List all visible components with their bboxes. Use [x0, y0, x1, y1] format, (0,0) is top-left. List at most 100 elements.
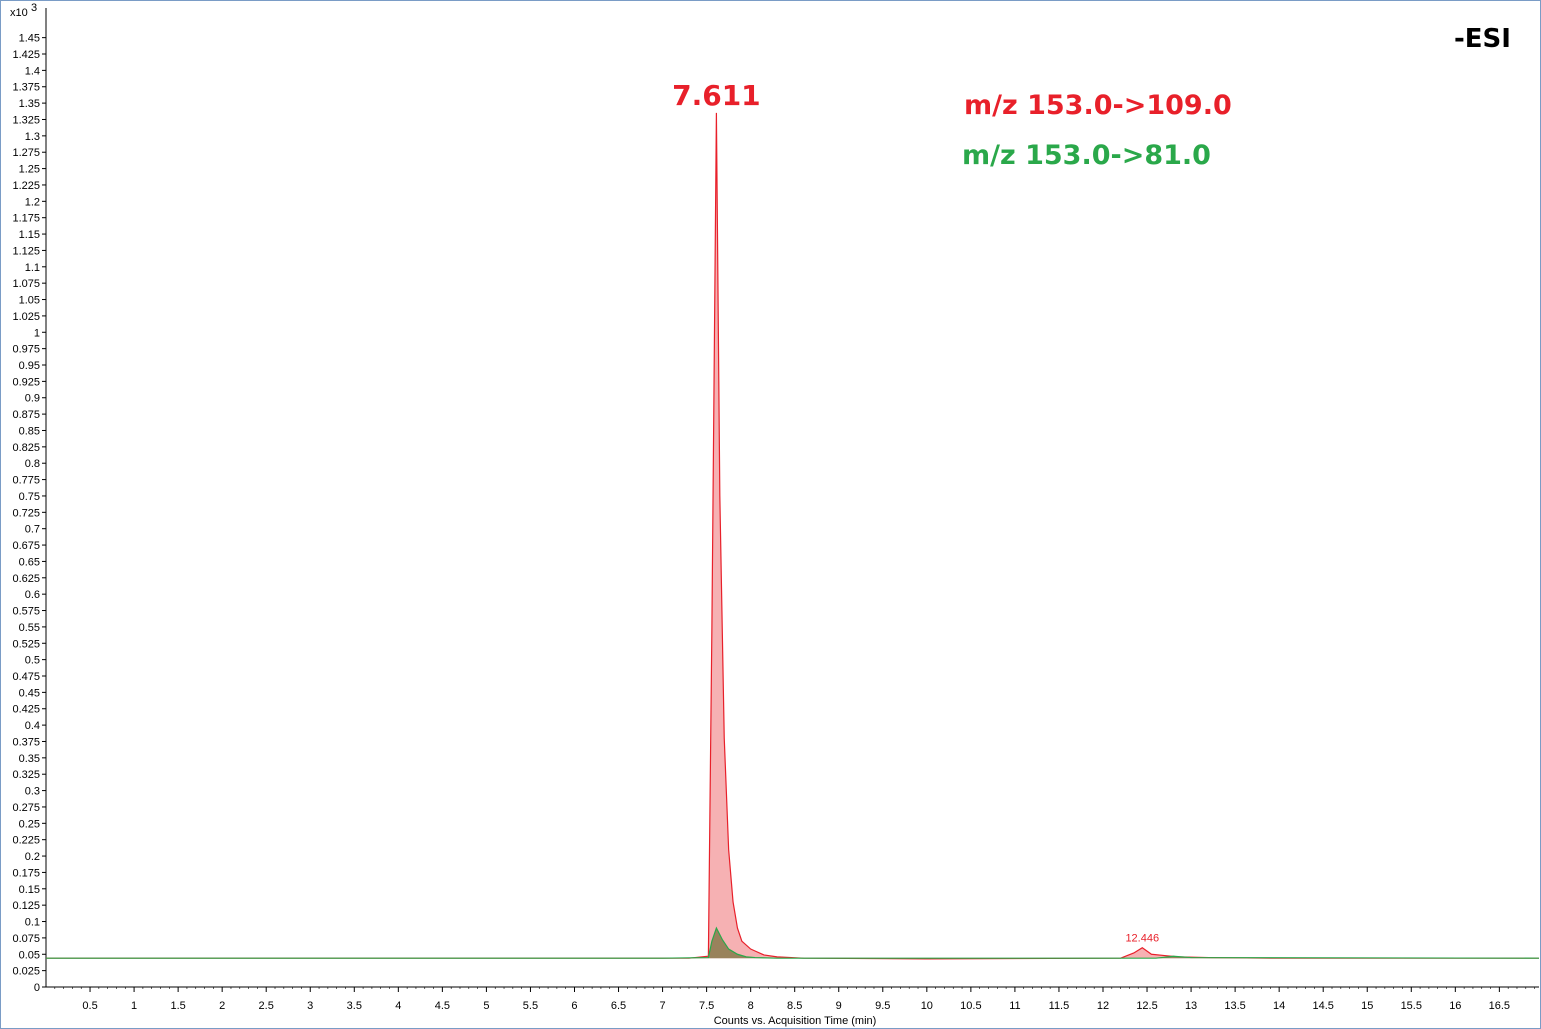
x-tick-label: 14.5	[1312, 1000, 1333, 1012]
y-tick-label: 0.475	[12, 671, 40, 683]
y-tick-label: 0.275	[12, 802, 40, 814]
y-multiplier-exponent: 3	[31, 2, 37, 14]
x-axis-label: Counts vs. Acquisition Time (min)	[714, 1015, 877, 1027]
x-tick-label: 7.5	[699, 1000, 714, 1012]
esi-annotation: -ESI	[1454, 24, 1511, 54]
x-tick-label: 13.5	[1224, 1000, 1245, 1012]
y-tick-label: 0.1	[25, 917, 40, 929]
x-tick-label: 8.5	[787, 1000, 802, 1012]
y-tick-label: 0.05	[19, 949, 40, 961]
y-tick-label: 0.4	[25, 720, 40, 732]
chromatogram-chart: 0 0.025 0.05 0.075 0.1 0.125 0.15 0.175 0.2 0.225…	[0, 0, 1541, 1029]
y-tick-label: 0.825	[12, 442, 40, 454]
x-tick-label: 5.5	[523, 1000, 538, 1012]
x-tick-label: 16.5	[1489, 1000, 1510, 1012]
x-tick-label: 10.5	[960, 1000, 981, 1012]
x-tick-label: 13	[1185, 1000, 1197, 1012]
y-tick-label: 0.625	[12, 573, 40, 585]
y-tick-label: 0.45	[19, 687, 40, 699]
y-tick-label: 0.075	[12, 933, 40, 945]
x-tick-label: 15	[1361, 1000, 1373, 1012]
x-tick-label: 8	[748, 1000, 754, 1012]
y-tick-label: 0.9	[25, 393, 40, 405]
x-tick-label: 10	[921, 1000, 933, 1012]
x-tick-label: 16	[1449, 1000, 1461, 1012]
y-tick-label: 0.35	[19, 753, 40, 765]
x-tick-label: 12.5	[1136, 1000, 1157, 1012]
y-tick-label: 1.425	[12, 49, 40, 61]
y-tick-label: 0.125	[12, 900, 40, 912]
y-tick-label: 0.15	[19, 884, 40, 896]
y-tick-label: 0.875	[12, 409, 40, 421]
y-tick-label: 1.075	[12, 278, 40, 290]
x-tick-label: 2	[219, 1000, 225, 1012]
y-multiplier: x10	[10, 7, 28, 19]
x-tick-label: 14	[1273, 1000, 1285, 1012]
y-tick-label: 0.65	[19, 556, 40, 568]
y-tick-label: 1.4	[25, 65, 40, 77]
y-tick-label: 0.225	[12, 835, 40, 847]
x-tick-label: 4	[395, 1000, 401, 1012]
y-tick-label: 1.25	[19, 164, 40, 176]
y-tick-label: 1.225	[12, 180, 40, 192]
x-tick-label: 3	[307, 1000, 313, 1012]
y-tick-label: 1.175	[12, 213, 40, 225]
y-tick-label: 1.375	[12, 82, 40, 94]
y-tick-label: 1.45	[19, 33, 40, 45]
x-tick-label: 9.5	[875, 1000, 890, 1012]
y-tick-label: 0.925	[12, 376, 40, 388]
y-tick-label: 0.6	[25, 589, 40, 601]
y-tick-label: 0.7	[25, 524, 40, 536]
y-tick-label: 0.2	[25, 851, 40, 863]
plot-frame	[0, 0, 1541, 1029]
x-tick-label: 6	[571, 1000, 577, 1012]
y-tick-label: 1	[34, 327, 40, 339]
y-tick-label: 0	[34, 982, 40, 994]
y-tick-label: 0.975	[12, 344, 40, 356]
peak-label: 12.446	[1125, 933, 1159, 945]
y-tick-label: 1.3	[25, 131, 40, 143]
y-tick-label: 1.025	[12, 311, 40, 323]
legend-entry-109: m/z 153.0->109.0	[964, 90, 1232, 121]
x-tick-label: 11.5	[1049, 1000, 1070, 1012]
y-tick-label: 1.1	[25, 262, 40, 274]
x-tick-label: 1	[131, 1000, 137, 1012]
x-tick-label: 15.5	[1401, 1000, 1422, 1012]
y-tick-label: 0.325	[12, 769, 40, 781]
y-tick-label: 1.35	[19, 98, 40, 110]
x-tick-label: 2.5	[259, 1000, 274, 1012]
x-tick-label: 12	[1097, 1000, 1109, 1012]
x-tick-label: 9	[836, 1000, 842, 1012]
y-tick-label: 0.025	[12, 966, 40, 978]
y-tick-label: 0.675	[12, 540, 40, 552]
y-tick-label: 0.375	[12, 736, 40, 748]
y-tick-label: 0.425	[12, 704, 40, 716]
legend-entry-81: m/z 153.0->81.0	[962, 140, 1211, 171]
x-tick-label: 1.5	[170, 1000, 185, 1012]
y-tick-label: 1.05	[19, 295, 40, 307]
y-tick-label: 0.3	[25, 786, 40, 798]
x-tick-label: 4.5	[435, 1000, 450, 1012]
y-tick-label: 0.95	[19, 360, 40, 372]
y-tick-label: 0.75	[19, 491, 40, 503]
y-tick-label: 1.15	[19, 229, 40, 241]
y-tick-label: 0.25	[19, 818, 40, 830]
y-tick-label: 0.725	[12, 507, 40, 519]
y-tick-label: 0.525	[12, 638, 40, 650]
x-tick-label: 3.5	[347, 1000, 362, 1012]
y-tick-label: 0.575	[12, 606, 40, 618]
y-tick-label: 0.8	[25, 458, 40, 470]
y-tick-label: 0.775	[12, 475, 40, 487]
x-tick-label: 6.5	[611, 1000, 626, 1012]
y-tick-label: 0.55	[19, 622, 40, 634]
y-tick-label: 1.275	[12, 147, 40, 159]
y-tick-label: 0.5	[25, 655, 40, 667]
y-tick-label: 1.325	[12, 114, 40, 126]
x-tick-label: 5	[483, 1000, 489, 1012]
x-tick-label: 7	[660, 1000, 666, 1012]
x-tick-label: 11	[1009, 1000, 1020, 1012]
x-tick-label: 0.5	[82, 1000, 97, 1012]
y-tick-label: 0.85	[19, 425, 40, 437]
peak-label: 7.611	[672, 79, 761, 112]
y-tick-label: 0.175	[12, 867, 40, 879]
